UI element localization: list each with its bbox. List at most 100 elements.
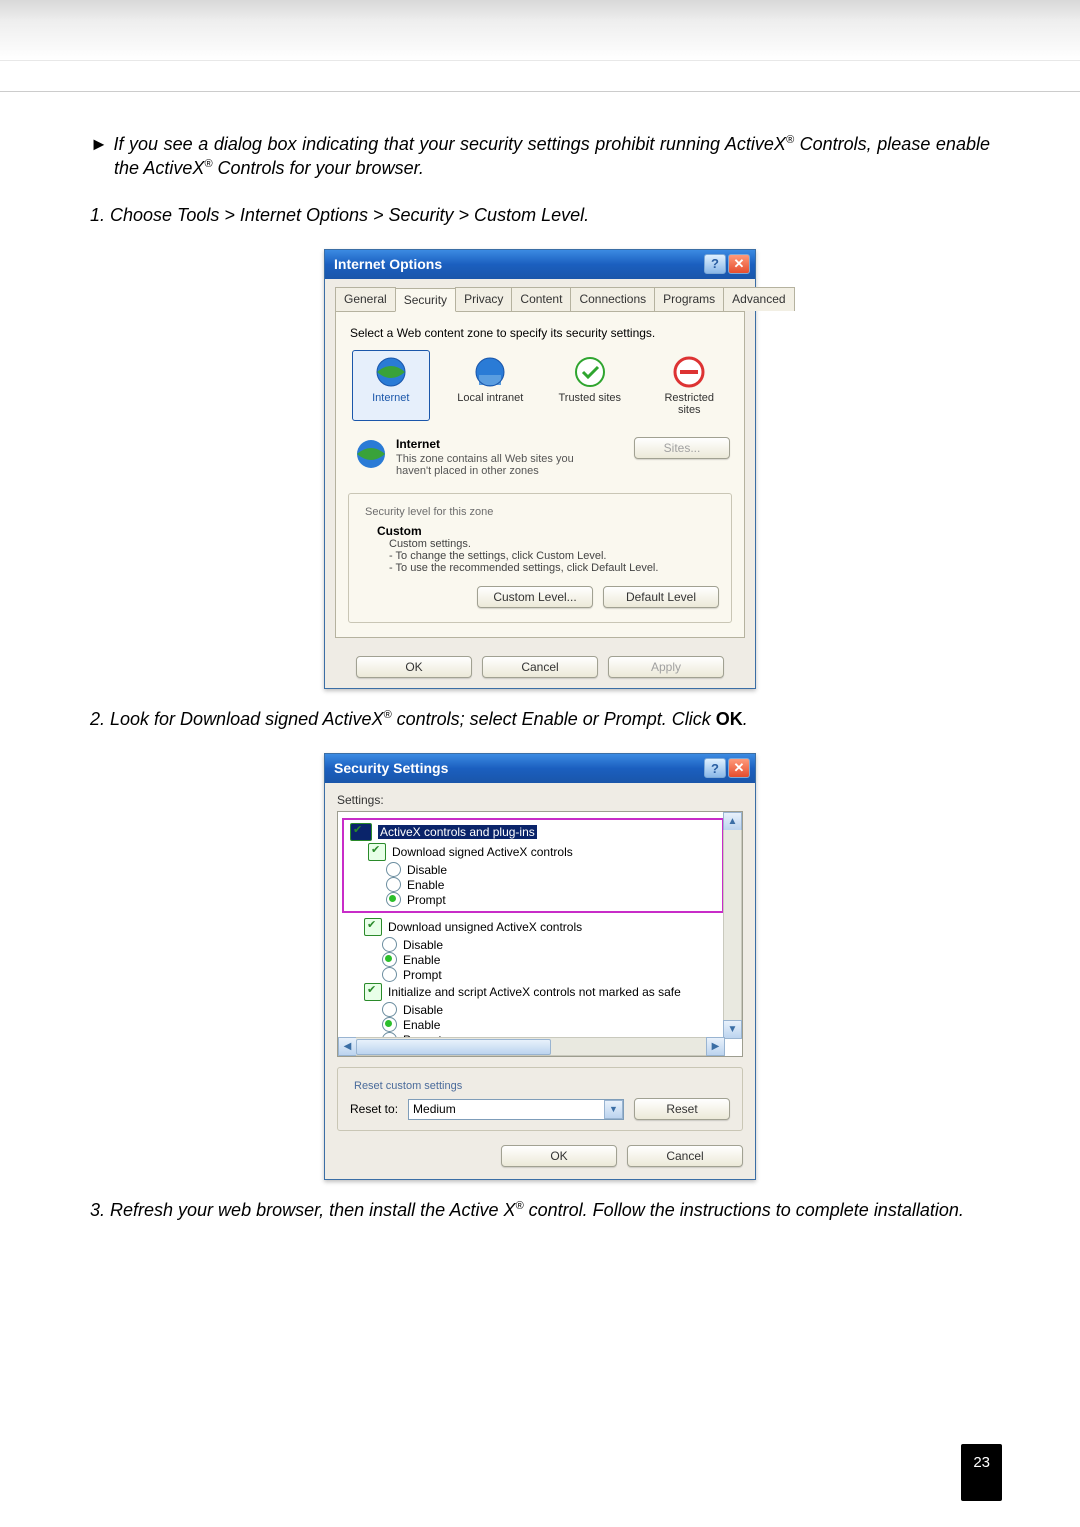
globe-icon xyxy=(374,355,408,389)
tab-general[interactable]: General xyxy=(335,287,396,311)
init-script-label: Initialize and script ActiveX controls n… xyxy=(388,985,681,999)
cat-activex[interactable]: ActiveX controls and plug-ins xyxy=(346,822,720,842)
ss-ok-button[interactable]: OK xyxy=(501,1145,617,1167)
init-enable[interactable]: Enable xyxy=(342,1017,742,1032)
security-settings-titlebar: Security Settings ? ✕ xyxy=(325,754,755,783)
internet-options-title: Internet Options xyxy=(334,256,442,272)
step2-ok: OK xyxy=(716,709,743,729)
tab-connections[interactable]: Connections xyxy=(570,287,655,311)
radio-label: Disable xyxy=(403,1003,443,1017)
radio-icon xyxy=(382,937,397,952)
signed-disable[interactable]: Disable xyxy=(346,862,720,877)
custom-level-button[interactable]: Custom Level... xyxy=(477,586,593,608)
registered-mark-1: ® xyxy=(786,134,794,146)
vscroll-track[interactable] xyxy=(723,830,742,1021)
intro-arrow: ► xyxy=(90,134,108,154)
help-button[interactable]: ? xyxy=(704,254,726,274)
radio-label: Enable xyxy=(407,878,444,892)
radio-label: Prompt xyxy=(407,893,446,907)
zone-intranet-label: Local intranet xyxy=(457,392,523,404)
radio-label: Disable xyxy=(403,938,443,952)
trusted-icon xyxy=(573,355,607,389)
registered-mark-2: ® xyxy=(204,158,212,170)
intranet-icon xyxy=(473,355,507,389)
apply-button[interactable]: Apply xyxy=(608,656,724,678)
tab-content[interactable]: Content xyxy=(511,287,571,311)
zone-restricted[interactable]: Restricted sites xyxy=(651,350,729,421)
close-button[interactable]: ✕ xyxy=(728,254,750,274)
custom-line2: - To use the recommended settings, click… xyxy=(377,562,658,574)
hscroll-left-button[interactable]: ◀ xyxy=(338,1037,357,1056)
radio-icon xyxy=(386,877,401,892)
internet-options-titlebar: Internet Options ? ✕ xyxy=(325,250,755,279)
default-level-button[interactable]: Default Level xyxy=(603,586,719,608)
radio-label: Enable xyxy=(403,1018,440,1032)
zone-internet[interactable]: Internet xyxy=(352,350,430,421)
ss-help-button[interactable]: ? xyxy=(704,758,726,778)
radio-selected-icon xyxy=(382,952,397,967)
step-1: 1. Choose Tools > Internet Options > Sec… xyxy=(90,203,990,227)
hscroll-right-button[interactable]: ▶ xyxy=(706,1037,725,1056)
radio-icon xyxy=(382,967,397,982)
sites-button[interactable]: Sites... xyxy=(634,437,730,459)
tab-programs[interactable]: Programs xyxy=(654,287,724,311)
registered-mark-4: ® xyxy=(516,1200,524,1212)
settings-tree[interactable]: ActiveX controls and plug-ins Download s… xyxy=(337,811,743,1057)
zone-select-label: Select a Web content zone to specify its… xyxy=(348,322,732,344)
reset-select[interactable]: Medium ▼ xyxy=(408,1099,624,1120)
radio-selected-icon xyxy=(386,892,401,907)
step2-post: controls; select Enable or Prompt. Click xyxy=(392,709,716,729)
reset-button[interactable]: Reset xyxy=(634,1098,730,1120)
unsigned-enable[interactable]: Enable xyxy=(342,952,742,967)
download-signed-label: Download signed ActiveX controls xyxy=(392,845,573,859)
cancel-button[interactable]: Cancel xyxy=(482,656,598,678)
radio-selected-icon xyxy=(382,1017,397,1032)
download-signed-highlight: ActiveX controls and plug-ins Download s… xyxy=(342,818,724,913)
intro-line2-end: Controls for your browser. xyxy=(213,158,424,178)
custom-label: Custom xyxy=(377,524,422,538)
tab-advanced[interactable]: Advanced xyxy=(723,287,794,311)
cat-activex-label: ActiveX controls and plug-ins xyxy=(378,825,537,839)
step3-pre: 3. Refresh your web browser, then instal… xyxy=(90,1200,516,1220)
custom-line1: - To change the settings, click Custom L… xyxy=(377,550,606,562)
ss-close-button[interactable]: ✕ xyxy=(728,758,750,778)
security-level-legend: Security level for this zone xyxy=(361,506,497,518)
zone-trusted-label: Trusted sites xyxy=(558,392,621,404)
scroll-down-button[interactable]: ▼ xyxy=(723,1020,742,1039)
signed-prompt[interactable]: Prompt xyxy=(346,892,720,907)
zone-description: Internet This zone contains all Web site… xyxy=(348,433,732,485)
reset-select-value: Medium xyxy=(413,1102,456,1116)
download-unsigned-icon xyxy=(364,918,382,936)
ss-cancel-button[interactable]: Cancel xyxy=(627,1145,743,1167)
security-settings-dialog: Security Settings ? ✕ Settings: ActiveX … xyxy=(324,753,756,1180)
zone-intranet[interactable]: Local intranet xyxy=(452,350,530,421)
unsigned-prompt[interactable]: Prompt xyxy=(342,967,742,982)
ok-button[interactable]: OK xyxy=(356,656,472,678)
page-number: 23 xyxy=(961,1444,1002,1501)
unsigned-disable[interactable]: Disable xyxy=(342,937,742,952)
step-3: 3. Refresh your web browser, then instal… xyxy=(90,1198,990,1222)
zone-row: Internet Local intranet Trusted sites Re… xyxy=(348,344,732,433)
download-signed-icon xyxy=(368,843,386,861)
download-unsigned-label: Download unsigned ActiveX controls xyxy=(388,920,582,934)
hscroll-track[interactable] xyxy=(356,1037,707,1056)
reset-legend: Reset custom settings xyxy=(350,1080,466,1092)
tab-privacy[interactable]: Privacy xyxy=(455,287,512,311)
scroll-up-button[interactable]: ▲ xyxy=(723,812,742,831)
custom-sub: Custom settings. xyxy=(377,538,471,550)
security-tab-pane: Select a Web content zone to specify its… xyxy=(335,312,745,638)
opt-download-unsigned: Download unsigned ActiveX controls xyxy=(342,917,742,937)
signed-enable[interactable]: Enable xyxy=(346,877,720,892)
zone-trusted[interactable]: Trusted sites xyxy=(551,350,629,421)
intro-line1: If you see a dialog box indicating that … xyxy=(113,134,786,154)
tab-security[interactable]: Security xyxy=(395,288,456,312)
page-top-gradient xyxy=(0,0,1080,61)
step2-end: . xyxy=(743,709,748,729)
step-2: 2. Look for Download signed ActiveX® con… xyxy=(90,707,990,731)
step2-pre: 2. Look for Download signed ActiveX xyxy=(90,709,384,729)
init-disable[interactable]: Disable xyxy=(342,1002,742,1017)
page-content: ► If you see a dialog box indicating tha… xyxy=(0,92,1080,1264)
settings-label: Settings: xyxy=(337,793,743,807)
hscroll-thumb[interactable] xyxy=(356,1039,551,1055)
opt-download-signed: Download signed ActiveX controls xyxy=(346,842,720,862)
